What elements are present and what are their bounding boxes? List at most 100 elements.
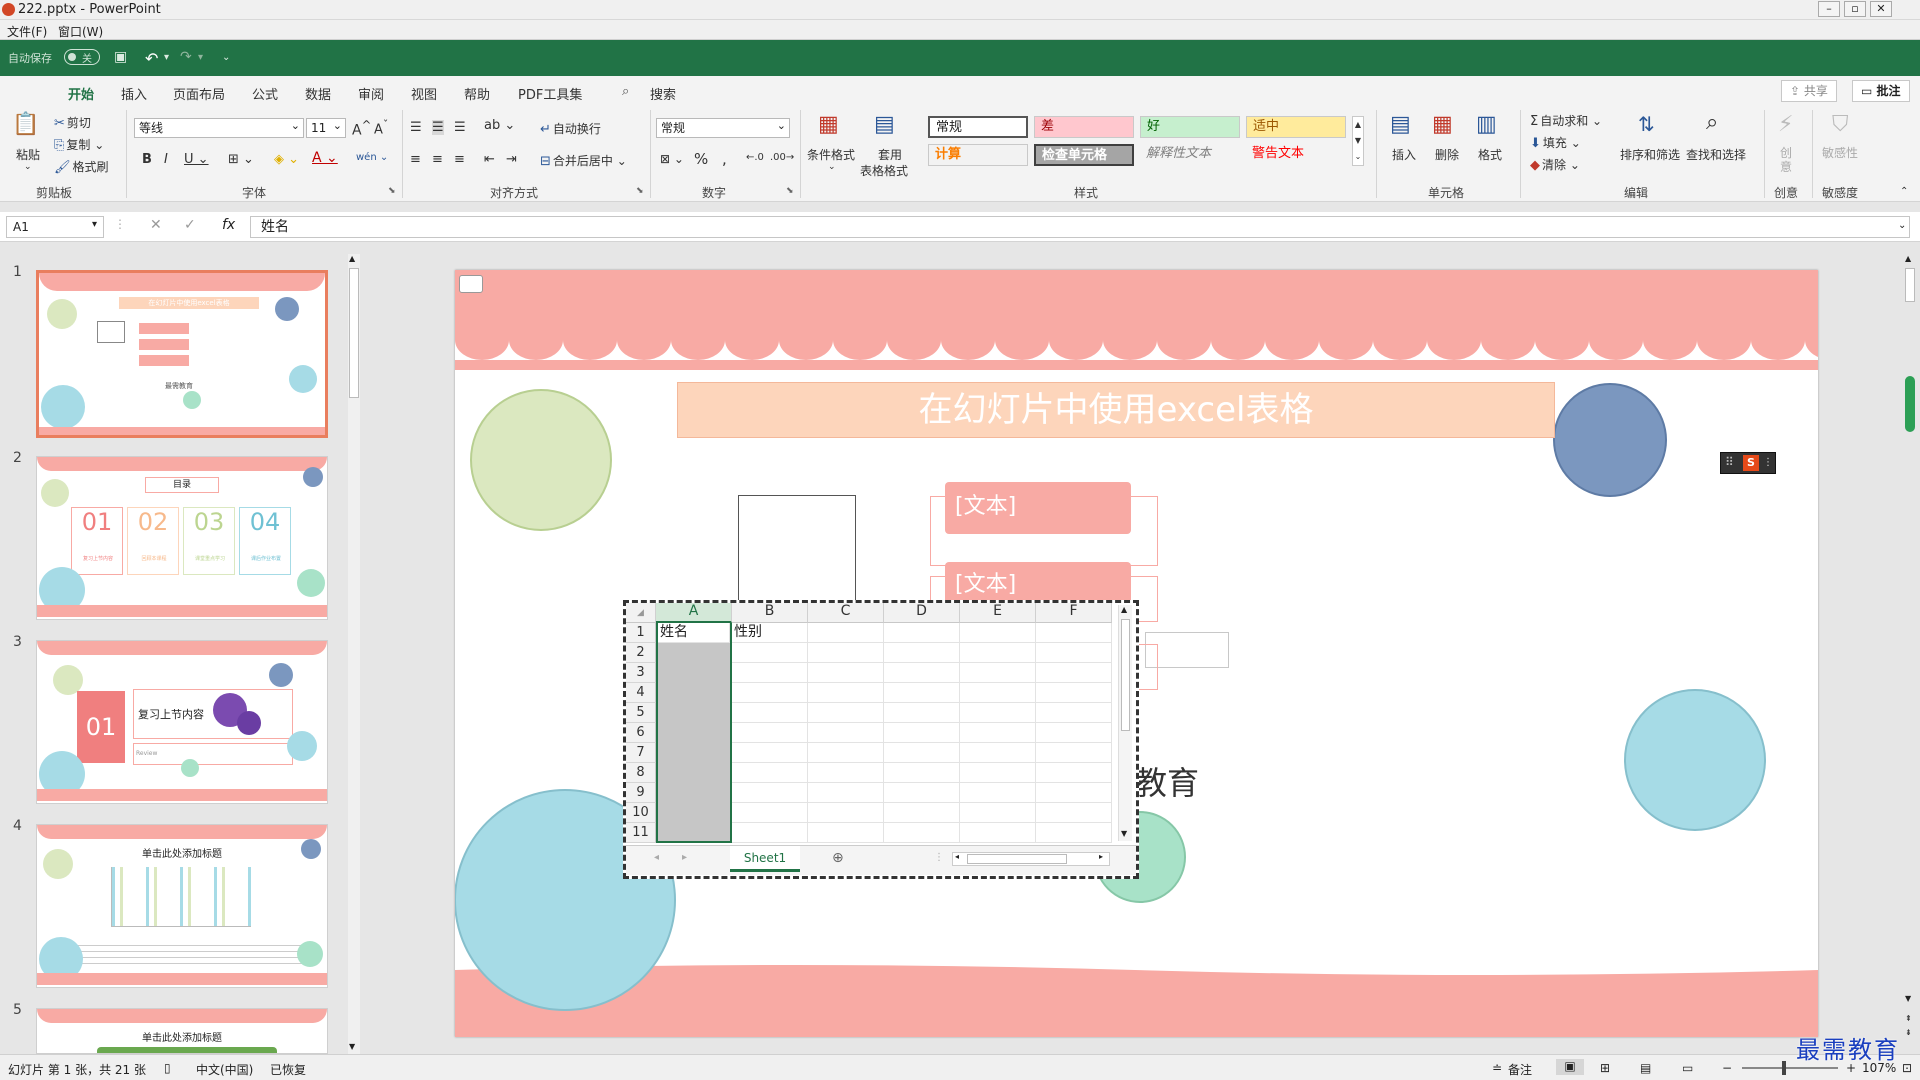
style-calculation[interactable]: 计算 [928, 144, 1028, 166]
redo-dropdown-icon[interactable]: ▾ [198, 52, 203, 63]
tab-view[interactable]: 视图 [411, 84, 437, 103]
editor-scrollbar[interactable]: ▲ ▼ ⇞ ⇟ [1903, 254, 1917, 1054]
currency-icon[interactable]: ⊠ ⌄ [660, 152, 684, 166]
menu-window[interactable]: 窗口(W) [58, 23, 103, 40]
font-color-icon[interactable]: A ⌄ [312, 150, 338, 166]
paste-button[interactable]: 粘贴 [16, 146, 40, 163]
row-header[interactable]: 1 [626, 623, 656, 643]
create-button[interactable]: 创意 [1780, 146, 1794, 174]
align-center-icon[interactable]: ≡ [432, 152, 443, 167]
style-good[interactable]: 好 [1140, 116, 1240, 138]
thumbnail-scrollbar[interactable]: ▲ ▼ [348, 254, 360, 1054]
row-header[interactable]: 8 [626, 763, 656, 783]
ime-toolbar[interactable]: ⠿ S ⋮ [1720, 452, 1776, 474]
italic-icon[interactable]: I [164, 152, 168, 167]
add-sheet-icon[interactable]: ⊕ [832, 850, 844, 866]
underline-icon[interactable]: U ⌄ [184, 152, 209, 167]
tab-formulas[interactable]: 公式 [252, 84, 278, 103]
notes-icon[interactable]: ≐ [1492, 1061, 1502, 1075]
save-icon[interactable]: ▣ [114, 49, 127, 65]
row-header[interactable]: 5 [626, 703, 656, 723]
increase-decimal-icon[interactable]: ←.0 [746, 152, 764, 163]
tab-data[interactable]: 数据 [305, 84, 331, 103]
tab-page-layout[interactable]: 页面布局 [173, 84, 225, 103]
expand-formula-icon[interactable]: ⌄ [1898, 220, 1906, 231]
slideshow-icon[interactable]: ▭ [1682, 1061, 1693, 1075]
format-table-button[interactable]: 表格格式 [860, 162, 908, 179]
styles-scroll-icon[interactable]: ▲ ▼ ⌄ [1352, 116, 1364, 166]
col-header-e[interactable]: E [960, 603, 1036, 623]
prev-sheet-icon[interactable]: ◂ [654, 852, 659, 863]
style-normal[interactable]: 常规 [928, 116, 1028, 138]
notes-button[interactable]: 备注 [1508, 1061, 1532, 1078]
slide-sorter-icon[interactable]: ⊞ [1600, 1061, 1610, 1075]
autosave-toggle[interactable]: 关 [64, 49, 100, 65]
delete-cells-button[interactable]: 删除 [1435, 146, 1459, 163]
comments-button[interactable]: ▭ 批注 [1852, 80, 1910, 102]
comma-icon[interactable]: , [722, 150, 727, 168]
search-icon[interactable]: ⌕ [622, 84, 629, 99]
style-warning[interactable]: 警告文本 [1246, 144, 1346, 166]
align-middle-icon[interactable]: ☰ [432, 120, 444, 135]
insert-cells-icon[interactable]: ▤ [1390, 112, 1411, 137]
zoom-slider[interactable] [1742, 1067, 1838, 1069]
excel-vscroll[interactable]: ▲ ▼ [1118, 605, 1132, 841]
slide-thumbnail-3[interactable]: 01 复习上节内容 Review [36, 640, 328, 804]
slide-title[interactable]: 在幻灯片中使用excel表格 [677, 382, 1555, 438]
font-size-select[interactable]: 11 [306, 117, 346, 138]
menu-file[interactable]: 文件(F) [7, 23, 47, 40]
orientation-icon[interactable]: ab ⌄ [484, 118, 515, 133]
paste-dropdown-icon[interactable]: ⌄ [24, 162, 32, 172]
reading-view-icon[interactable]: ▤ [1640, 1061, 1651, 1075]
style-check-cell[interactable]: 检查单元格 [1034, 144, 1134, 166]
decrease-decimal-icon[interactable]: .00→ [770, 152, 794, 163]
row-header[interactable]: 7 [626, 743, 656, 763]
format-painter-button[interactable]: 🖌 格式刷 [54, 158, 109, 175]
percent-icon[interactable]: % [694, 150, 708, 168]
conditional-format-icon[interactable]: ▦ [818, 112, 839, 137]
slide-thumbnail-1[interactable]: 在幻灯片中使用excel表格 最需教育 [36, 270, 328, 438]
format-cells-button[interactable]: 格式 [1478, 146, 1502, 163]
language-status[interactable]: 中文(中国) [196, 1061, 253, 1078]
empty-shape[interactable] [738, 495, 856, 605]
insert-cells-button[interactable]: 插入 [1392, 146, 1416, 163]
paste-icon[interactable]: 📋 [12, 112, 39, 137]
embedded-excel-object[interactable]: ◢ A B C D E F 1 2 3 4 5 6 7 8 9 10 11 姓名… [623, 600, 1139, 879]
font-name-select[interactable]: 等线 [134, 117, 304, 138]
row-header[interactable]: 3 [626, 663, 656, 683]
align-left-icon[interactable]: ≡ [410, 152, 421, 167]
align-top-icon[interactable]: ☰ [410, 120, 422, 135]
name-box-dropdown-icon[interactable]: ▾ [92, 219, 97, 230]
decrease-indent-icon[interactable]: ⇤ [484, 152, 495, 167]
cell-a1[interactable]: 姓名 [658, 623, 730, 643]
number-format-select[interactable]: 常规 [656, 117, 790, 138]
col-header-d[interactable]: D [884, 603, 960, 623]
sheet-tab-sheet1[interactable]: Sheet1 [730, 846, 800, 872]
font-dialog-launcher-icon[interactable]: ⬊ [388, 186, 396, 196]
col-header-a[interactable]: A [656, 603, 732, 623]
normal-view-icon[interactable]: ▣ [1556, 1059, 1584, 1075]
style-explanatory[interactable]: 解释性文本 [1140, 144, 1240, 166]
insert-function-icon[interactable]: fx [222, 217, 235, 233]
wrap-text-button[interactable]: ↵ 自动换行 [540, 120, 601, 137]
sensitivity-button[interactable]: 敏感性 [1822, 146, 1858, 160]
row-header[interactable]: 4 [626, 683, 656, 703]
col-header-f[interactable]: F [1036, 603, 1112, 623]
tab-insert[interactable]: 插入 [121, 84, 147, 103]
zoom-out-icon[interactable]: − [1722, 1061, 1732, 1075]
col-header-c[interactable]: C [808, 603, 884, 623]
bold-icon[interactable]: B [142, 152, 152, 167]
align-bottom-icon[interactable]: ☰ [454, 120, 466, 135]
shrink-font-icon[interactable]: Aˇ [374, 118, 388, 137]
minimize-button[interactable]: – [1818, 1, 1840, 17]
undo-dropdown-icon[interactable]: ▾ [164, 52, 169, 63]
merge-center-button[interactable]: ⊟ 合并后居中 ⌄ [540, 152, 627, 169]
row-header[interactable]: 11 [626, 823, 656, 843]
format-table-icon[interactable]: ▤ [874, 112, 895, 137]
comment-icon[interactable] [459, 275, 483, 293]
tab-pdf-tools[interactable]: PDF工具集 [518, 84, 582, 103]
tab-home[interactable]: 开始 [68, 84, 95, 109]
clear-button[interactable]: ◆ 清除 ⌄ [1530, 156, 1580, 173]
fill-button[interactable]: ⬇ 填充 ⌄ [1530, 134, 1581, 151]
select-all-corner[interactable]: ◢ [626, 603, 656, 623]
